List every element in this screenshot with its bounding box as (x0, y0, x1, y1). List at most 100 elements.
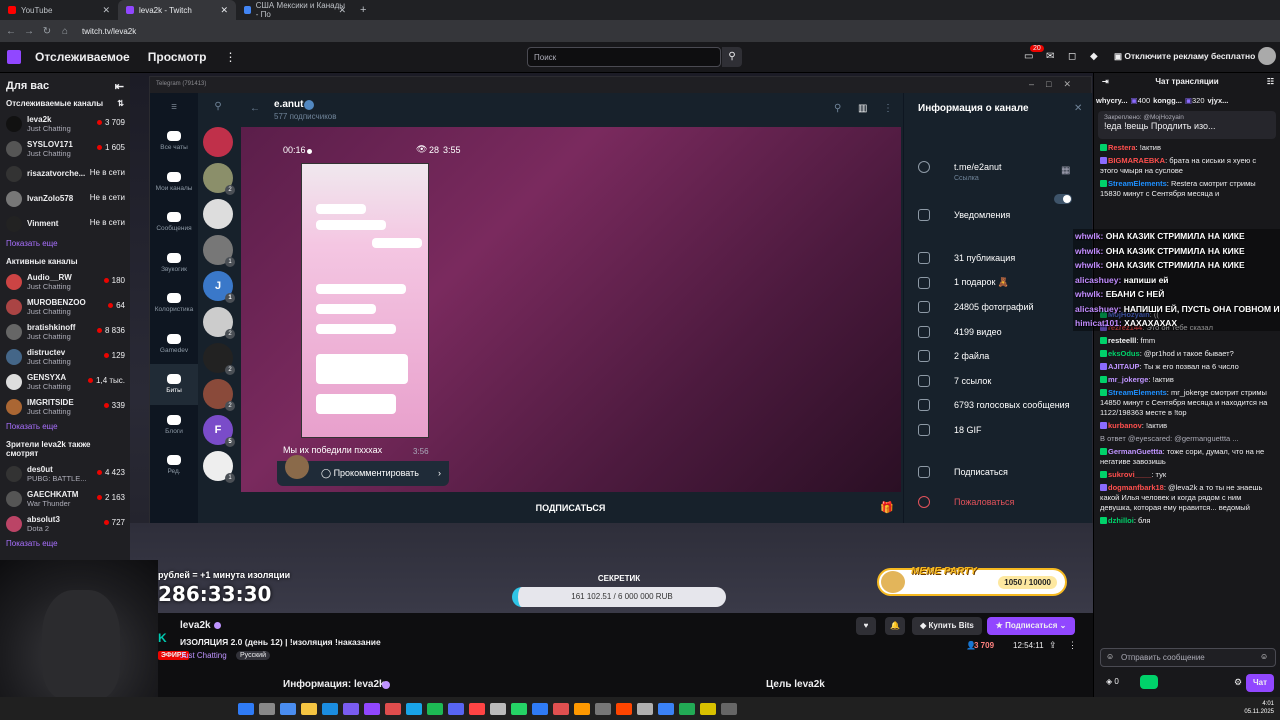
home-icon[interactable]: ⌂ (58, 26, 72, 37)
start-icon[interactable] (238, 702, 254, 715)
back-icon[interactable]: ← (4, 26, 18, 37)
chat-username[interactable]: eksOdus (1108, 349, 1140, 358)
stat-row[interactable]: 24805 фотографий (918, 301, 1034, 313)
active-channel-item[interactable]: distructev Just Chatting 129 (0, 344, 130, 369)
chat-username[interactable]: AJITAUP (1108, 362, 1140, 371)
new-tab-button[interactable]: + (360, 4, 366, 16)
chat-avatar[interactable]: 2 (203, 379, 235, 411)
video-message[interactable]: 00:16 👁 28 3:55 Мы их победили пхххах 3:… (241, 127, 901, 492)
reload-icon[interactable]: ↻ (40, 26, 54, 37)
sidebar-toggle-icon[interactable]: ▥ (858, 103, 867, 114)
app-icon[interactable] (385, 702, 401, 715)
more-icon[interactable]: ⋮ (1068, 640, 1077, 651)
followed-channel-item[interactable]: Vinment Не в сети (0, 211, 130, 236)
chat-message[interactable]: kurbanov: !актив (1094, 419, 1280, 432)
app-icon[interactable] (637, 702, 653, 715)
chat-username[interactable]: dzhilloi (1108, 516, 1134, 525)
folder-item[interactable]: Ред. (150, 445, 198, 486)
smile-icon[interactable]: ☺ (1260, 652, 1268, 661)
edge-icon[interactable] (322, 702, 338, 715)
app-icon[interactable] (343, 702, 359, 715)
channel-name[interactable]: e.anut (274, 99, 303, 110)
task-view-icon[interactable] (280, 702, 296, 715)
stat-row[interactable]: 31 публикация (918, 252, 1015, 264)
chat-input[interactable]: Отправить сообщение (1100, 648, 1276, 667)
chat-avatar[interactable]: 2 (203, 163, 235, 195)
notifications-row[interactable]: Уведомления (918, 209, 1010, 221)
gift-button[interactable] (1140, 675, 1158, 689)
app-icon[interactable] (532, 702, 548, 715)
active-channel-item[interactable]: bratishkinoff Just Chatting 8 836 (0, 319, 130, 344)
chat-username[interactable]: mr_jokerge (1108, 375, 1148, 384)
twitch-icon[interactable] (364, 702, 380, 715)
stat-row[interactable]: 2 файла (918, 350, 989, 362)
discord-icon[interactable] (448, 702, 464, 715)
chat-avatar[interactable]: J1 (203, 271, 235, 303)
chat-message[interactable]: resteelll: fmm (1094, 334, 1280, 347)
collapse-chat-icon[interactable]: ⇥ (1102, 73, 1109, 91)
twitch-logo-icon[interactable] (7, 50, 21, 64)
close-icon[interactable]: ✕ (102, 5, 110, 16)
chat-username[interactable]: GermanGuettta (1108, 447, 1163, 456)
browser-tab-youtube[interactable]: YouTube ✕ (0, 0, 118, 20)
chat-avatar[interactable]: 1 (203, 235, 235, 267)
show-more-followed[interactable]: Показать еще (0, 236, 130, 254)
search-input[interactable]: Поиск (527, 47, 721, 67)
chat-message[interactable]: mr_jokerge: !актив (1094, 373, 1280, 386)
telegram-icon[interactable] (406, 702, 422, 715)
show-more-also[interactable]: Показать еще (0, 536, 130, 554)
folder-item[interactable]: Сообщения (150, 202, 198, 243)
followed-channel-item[interactable]: SYSLOV171 Just Chatting 1 605 (0, 136, 130, 161)
chat-message[interactable]: AJITAUP: Ты ж его позвал на 6 число (1094, 360, 1280, 373)
channel-logo[interactable]: K (158, 631, 167, 645)
chat-avatar[interactable]: 2 (203, 343, 235, 375)
chat-username[interactable]: StreamElements (1108, 179, 1167, 188)
search-icon[interactable]: ⚲ (722, 47, 742, 67)
chat-message[interactable]: StreamElements: mr_jokerge смотрит стрим… (1094, 386, 1280, 419)
gift-icon[interactable]: 🎁 (880, 501, 894, 514)
search-icon[interactable]: ⚲ (834, 103, 841, 114)
channel-points[interactable]: ◈ 0 (1106, 677, 1119, 686)
search-icon[interactable] (259, 702, 275, 715)
chat-message[interactable]: eksOdus: @pr1hod и такое бывает? (1094, 347, 1280, 360)
followed-channel-item[interactable]: IvanZolo578 Не в сети (0, 186, 130, 211)
crown-icon[interactable]: ◆ (1090, 51, 1098, 62)
subscribe-row[interactable]: Подписаться (918, 466, 1008, 478)
more-icon[interactable]: ⋮ (225, 50, 237, 64)
active-channel-item[interactable]: Audio__RW Just Chatting 180 (0, 269, 130, 294)
spotify-icon[interactable] (427, 702, 443, 715)
buy-bits-button[interactable]: ◆ Купить Bits (912, 617, 982, 635)
active-channel-item[interactable]: GENSYXA Just Chatting 1,4 тыс. (0, 369, 130, 394)
app-icon[interactable] (658, 702, 674, 715)
qr-code-icon[interactable]: ▦ (1061, 165, 1070, 176)
sort-icon[interactable]: ⇅ (117, 99, 124, 108)
also-watching-channel-item[interactable]: des0ut PUBG: BATTLE... 4 423 (0, 461, 130, 486)
stat-row[interactable]: 7 ссылок (918, 374, 991, 387)
nav-browse[interactable]: Просмотр (148, 50, 207, 64)
chat-avatar[interactable]: 2 (203, 307, 235, 339)
app-icon[interactable] (469, 702, 485, 715)
chat-username[interactable]: StreamElements (1108, 388, 1167, 397)
collapse-icon[interactable]: ⇤ (115, 80, 124, 93)
window-controls[interactable]: –□✕ (1029, 79, 1083, 90)
app-icon[interactable] (595, 702, 611, 715)
explorer-icon[interactable] (301, 702, 317, 715)
folder-item[interactable]: Gamedev (150, 324, 198, 365)
chat-avatar[interactable]: 1 (203, 451, 235, 483)
chat-username[interactable]: sukrovi____ (1108, 470, 1151, 479)
close-icon[interactable]: ✕ (1074, 103, 1082, 114)
more-icon[interactable]: ⋮ (883, 103, 893, 114)
back-icon[interactable]: ← (250, 103, 260, 114)
forward-icon[interactable]: → (22, 26, 36, 37)
streamer-name[interactable]: leva2k (180, 620, 211, 631)
browser-tab-twitch[interactable]: leva2k - Twitch ✕ (118, 0, 236, 20)
chat-avatar[interactable] (203, 127, 233, 157)
app-icon[interactable] (721, 702, 737, 715)
telegram-subscribe-button[interactable]: ПОДПИСАТЬСЯ (238, 493, 903, 523)
folder-item[interactable]: Колористика (150, 283, 198, 324)
close-icon[interactable]: ✕ (338, 5, 346, 16)
app-icon[interactable] (574, 702, 590, 715)
folder-item[interactable]: Блоги (150, 405, 198, 446)
notifications-toggle[interactable] (1054, 194, 1072, 204)
chat-avatar[interactable]: F5 (203, 415, 235, 447)
